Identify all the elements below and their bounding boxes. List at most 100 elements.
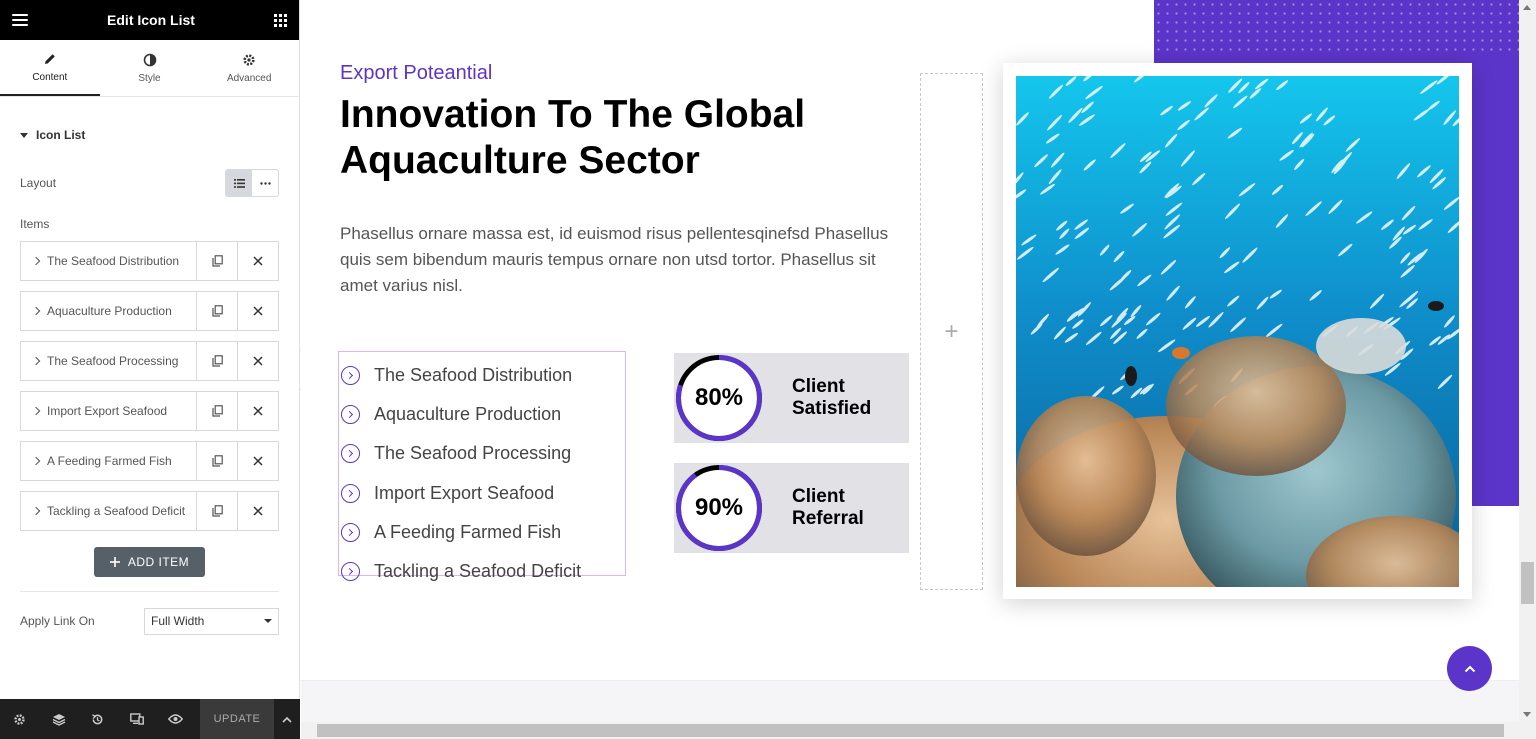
repeater-item-label: The Seafood Processing bbox=[47, 354, 179, 368]
layout-control: Layout bbox=[0, 169, 299, 197]
chevron-up-icon bbox=[282, 716, 292, 723]
responsive-button[interactable] bbox=[117, 699, 156, 739]
duplicate-item-button[interactable] bbox=[196, 442, 237, 480]
layout-default-button[interactable] bbox=[226, 170, 252, 196]
copy-icon bbox=[211, 255, 223, 267]
duplicate-item-button[interactable] bbox=[196, 292, 237, 330]
layout-toggle bbox=[225, 169, 279, 197]
close-icon bbox=[253, 256, 263, 266]
repeater-item-label: Import Export Seafood bbox=[47, 404, 168, 418]
remove-item-button[interactable] bbox=[237, 492, 278, 530]
panel-title: Edit Icon List bbox=[107, 12, 195, 28]
apply-link-label: Apply Link On bbox=[20, 614, 95, 628]
progress-ring: 90% bbox=[674, 463, 764, 553]
close-icon bbox=[253, 456, 263, 466]
icon-list-item[interactable]: The Seafood Distribution bbox=[341, 356, 625, 395]
duplicate-item-button[interactable] bbox=[196, 242, 237, 280]
icon-list-item[interactable]: The Seafood Processing bbox=[341, 434, 625, 473]
remove-item-button[interactable] bbox=[237, 292, 278, 330]
remove-item-button[interactable] bbox=[237, 442, 278, 480]
page-title: Innovation To The Global Aquaculture Sec… bbox=[340, 93, 806, 182]
navigator-button[interactable] bbox=[39, 699, 78, 739]
stat-label-line1: Client bbox=[792, 376, 845, 397]
duplicate-item-button[interactable] bbox=[196, 492, 237, 530]
update-button[interactable]: UPDATE bbox=[200, 699, 274, 739]
copy-icon bbox=[211, 355, 223, 367]
vertical-scrollbar[interactable] bbox=[1519, 0, 1536, 722]
duplicate-item-button[interactable] bbox=[196, 342, 237, 380]
layers-icon bbox=[52, 713, 65, 726]
copy-icon bbox=[211, 505, 223, 517]
add-item-button[interactable]: ADD ITEM bbox=[93, 547, 206, 577]
close-icon bbox=[253, 406, 263, 416]
remove-item-button[interactable] bbox=[237, 392, 278, 430]
repeater-item-toggle[interactable]: A Feeding Farmed Fish bbox=[21, 442, 196, 480]
scroll-up-arrow[interactable] bbox=[1523, 5, 1531, 10]
section-toggle-icon-list[interactable]: Icon List bbox=[0, 97, 299, 173]
horizontal-scrollbar[interactable] bbox=[301, 722, 1536, 739]
icon-list-item[interactable]: A Feeding Farmed Fish bbox=[341, 513, 625, 552]
settings-button[interactable] bbox=[0, 699, 39, 739]
tab-content-label: Content bbox=[32, 71, 68, 83]
reef-fish-photo bbox=[1016, 76, 1459, 587]
scroll-to-top-button[interactable] bbox=[1447, 646, 1492, 691]
tab-style[interactable]: Style bbox=[100, 40, 200, 96]
icon-list-item-text: The Seafood Distribution bbox=[374, 365, 573, 386]
layout-inline-button[interactable] bbox=[252, 170, 278, 196]
dot-pattern bbox=[1154, 0, 1519, 55]
preview-button[interactable] bbox=[156, 699, 195, 739]
history-button[interactable] bbox=[78, 699, 117, 739]
chevron-circle-right-icon bbox=[341, 522, 360, 542]
duplicate-item-button[interactable] bbox=[196, 392, 237, 430]
repeater-item-label: Aquaculture Production bbox=[47, 304, 172, 318]
copy-icon bbox=[211, 455, 223, 467]
icon-list-item-text: The Seafood Processing bbox=[374, 443, 572, 464]
stat-label-line2: Referral bbox=[792, 508, 864, 529]
vertical-scroll-thumb[interactable] bbox=[1521, 562, 1534, 604]
add-widget-icon[interactable]: + bbox=[944, 318, 958, 346]
stat-percent: 80% bbox=[694, 384, 744, 411]
gear-icon bbox=[243, 53, 255, 66]
icon-list-item[interactable]: Aquaculture Production bbox=[341, 395, 625, 434]
stat-label-line1: Client bbox=[792, 486, 845, 507]
stat-card-referral: 90% Client Referral bbox=[674, 463, 909, 553]
copy-icon bbox=[211, 405, 223, 417]
gear-icon bbox=[14, 713, 25, 725]
next-section-band bbox=[301, 680, 1519, 722]
repeater-item: The Seafood Distribution bbox=[20, 241, 279, 281]
horizontal-scroll-thumb[interactable] bbox=[317, 724, 1504, 737]
repeater-item-toggle[interactable]: The Seafood Distribution bbox=[21, 242, 196, 280]
plus-icon bbox=[109, 557, 120, 567]
repeater-item-toggle[interactable]: Aquaculture Production bbox=[21, 292, 196, 330]
update-options-button[interactable] bbox=[274, 699, 300, 739]
repeater-item-toggle[interactable]: Import Export Seafood bbox=[21, 392, 196, 430]
add-item-label: ADD ITEM bbox=[127, 555, 190, 569]
chevron-circle-right-icon bbox=[341, 483, 360, 503]
repeater-item-toggle[interactable]: Tackling a Seafood Deficit bbox=[21, 492, 196, 530]
icon-list-item-text: Aquaculture Production bbox=[374, 404, 562, 425]
menu-icon[interactable] bbox=[12, 14, 28, 26]
apps-grid-icon[interactable] bbox=[273, 13, 287, 27]
icon-list-item[interactable]: Tackling a Seafood Deficit bbox=[341, 552, 625, 591]
copy-icon bbox=[211, 305, 223, 317]
list-icon bbox=[233, 178, 245, 188]
tab-advanced[interactable]: Advanced bbox=[199, 40, 299, 96]
chevron-circle-right-icon bbox=[341, 366, 360, 386]
editor-app: Edit Icon List Content Style Advanced Ic… bbox=[0, 0, 1536, 739]
remove-item-button[interactable] bbox=[237, 342, 278, 380]
apply-link-select[interactable]: Full Width bbox=[144, 607, 279, 635]
repeater-item: A Feeding Farmed Fish bbox=[20, 441, 279, 481]
repeater-item-toggle[interactable]: The Seafood Processing bbox=[21, 342, 196, 380]
panel-tabs: Content Style Advanced bbox=[0, 40, 299, 97]
scroll-down-arrow[interactable] bbox=[1523, 712, 1531, 717]
tab-advanced-label: Advanced bbox=[226, 72, 272, 84]
chevron-right-icon bbox=[31, 356, 41, 366]
close-icon bbox=[253, 306, 263, 316]
icon-list-widget[interactable]: The Seafood Distribution Aquaculture Prod… bbox=[338, 351, 626, 582]
remove-item-button[interactable] bbox=[237, 242, 278, 280]
tab-content[interactable]: Content bbox=[0, 40, 100, 96]
eye-icon bbox=[168, 714, 183, 724]
chevron-right-icon bbox=[31, 256, 41, 266]
more-horizontal-icon bbox=[259, 181, 271, 185]
icon-list-item[interactable]: Import Export Seafood bbox=[341, 474, 625, 513]
